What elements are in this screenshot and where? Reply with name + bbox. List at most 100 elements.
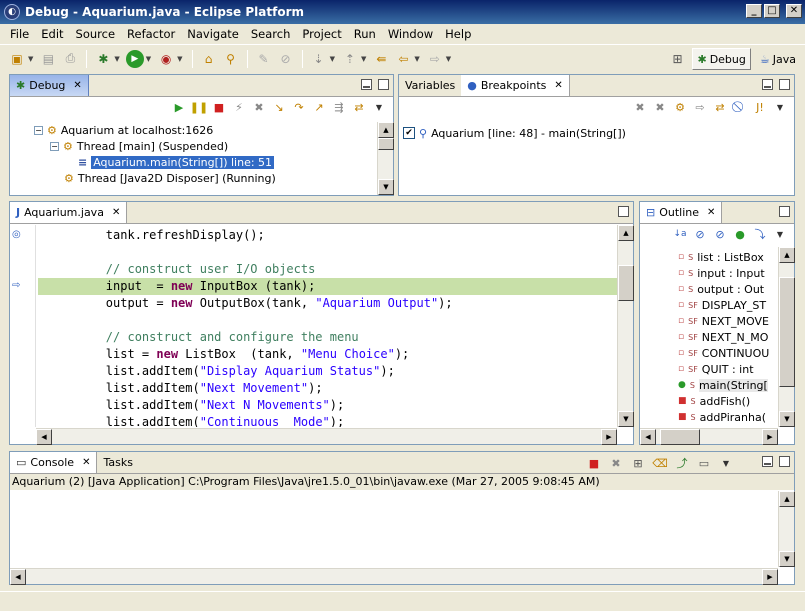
tab-variables[interactable]: Variables xyxy=(399,75,461,96)
prev-annotation-dropdown-icon[interactable]: ▼ xyxy=(361,55,366,63)
view-menu-icon[interactable]: ▼ xyxy=(772,99,788,115)
minimize-view-icon[interactable] xyxy=(762,79,773,90)
tab-breakpoints[interactable]: ● Breakpoints ✕ xyxy=(461,75,570,96)
hide-fields-icon[interactable]: ⊘ xyxy=(692,226,708,242)
forward-dropdown-icon[interactable]: ▼ xyxy=(446,55,451,63)
outline-item[interactable]: ● Smain(String[ xyxy=(640,377,778,393)
code-line[interactable]: list.addItem("Continuous Mode"); xyxy=(38,414,617,427)
menu-navigate[interactable]: Navigate xyxy=(181,27,245,41)
menu-edit[interactable]: Edit xyxy=(35,27,69,41)
code-line[interactable] xyxy=(38,312,617,329)
last-edit-icon[interactable]: ⇚ xyxy=(372,50,390,68)
show-supported-icon[interactable]: ⚙ xyxy=(672,99,688,115)
menu-file[interactable]: File xyxy=(4,27,35,41)
tab-debug[interactable]: ✱ Debug ✕ xyxy=(10,75,89,96)
tab-aquarium-java[interactable]: J Aquarium.java ✕ xyxy=(10,202,128,223)
code-line[interactable] xyxy=(38,244,617,261)
back-icon[interactable]: ⇦ xyxy=(394,50,412,68)
java-perspective-button[interactable]: ☕ Java xyxy=(755,48,801,70)
menu-run[interactable]: Run xyxy=(348,27,382,41)
next-annotation-icon[interactable]: ⇣ xyxy=(310,50,328,68)
view-menu-icon[interactable]: ▼ xyxy=(772,226,788,242)
external-tools-dropdown-icon[interactable]: ▼ xyxy=(177,55,182,63)
clear-console-icon[interactable]: ⌫ xyxy=(652,455,668,471)
scroll-up-icon[interactable]: ▲ xyxy=(618,225,634,241)
collapse-icon[interactable]: − xyxy=(50,141,59,151)
code-line[interactable]: input = new InputBox (tank); xyxy=(38,278,617,295)
maximize-view-icon[interactable] xyxy=(779,456,790,467)
code-area[interactable]: tank.refreshDisplay(); // construct user… xyxy=(38,227,617,427)
tree-item-thread-main[interactable]: − ⚙ Thread [main] (Suspended) xyxy=(34,138,377,154)
code-line[interactable]: list = new ListBox (tank, "Menu Choice")… xyxy=(38,346,617,363)
menu-search[interactable]: Search xyxy=(245,27,297,41)
scroll-thumb[interactable] xyxy=(618,265,634,301)
tab-outline[interactable]: ⊟ Outline ✕ xyxy=(640,202,723,223)
scroll-lock-icon[interactable]: ⊞ xyxy=(630,455,646,471)
run-dropdown-icon[interactable]: ▼ xyxy=(146,55,151,63)
close-button[interactable]: ✕ xyxy=(786,4,802,18)
terminate-icon[interactable]: ■ xyxy=(586,455,602,471)
hide-static-icon[interactable]: ⊘ xyxy=(712,226,728,242)
hscroll-thumb[interactable] xyxy=(660,429,700,445)
outline-item[interactable]: ▫ SF CONTINUOU xyxy=(640,345,778,361)
code-line[interactable]: // construct user I/O objects xyxy=(38,261,617,278)
outline-item[interactable]: ▫ SF NEXT_MOVE xyxy=(640,313,778,329)
exception-breakpoint-icon[interactable]: J! xyxy=(752,99,768,115)
maximize-view-icon[interactable] xyxy=(779,206,790,217)
scroll-up-icon[interactable]: ▲ xyxy=(779,491,795,507)
back-dropdown-icon[interactable]: ▼ xyxy=(414,55,419,63)
outline-item[interactable]: ■ SaddFish() xyxy=(640,393,778,409)
external-tools-icon[interactable]: ◉ xyxy=(157,50,175,68)
outline-item[interactable]: ▫ Slist : ListBox xyxy=(640,249,778,265)
minimize-view-icon[interactable] xyxy=(361,79,372,90)
disconnect-icon[interactable]: ⚡ xyxy=(231,99,247,115)
outline-item[interactable]: ▫ SF NEXT_N_MO xyxy=(640,329,778,345)
close-icon[interactable]: ✕ xyxy=(82,457,90,468)
close-icon[interactable]: ✕ xyxy=(707,207,715,218)
tab-tasks[interactable]: Tasks xyxy=(97,452,138,473)
tree-item-stack-frame[interactable]: ≡ Aquarium.main(String[]) line: 51 xyxy=(34,154,377,170)
step-over-icon[interactable]: ↷ xyxy=(291,99,307,115)
hide-nonpublic-icon[interactable]: ● xyxy=(732,226,748,242)
editor-gutter[interactable]: ◎ ⇨ xyxy=(10,225,36,427)
scroll-down-icon[interactable]: ▼ xyxy=(779,411,795,427)
hide-local-types-icon[interactable]: ⤵ xyxy=(752,226,768,242)
tree-item-thread-disposer[interactable]: ⚙ Thread [Java2D Disposer] (Running) xyxy=(34,170,377,186)
skip-breakpoints-icon[interactable]: ⃠ xyxy=(732,99,748,115)
go-to-file-icon[interactable]: ⇨ xyxy=(692,99,708,115)
forward-icon[interactable]: ⇨ xyxy=(426,50,444,68)
menu-project[interactable]: Project xyxy=(296,27,347,41)
step-into-icon[interactable]: ↘ xyxy=(271,99,287,115)
maximize-button[interactable]: □ xyxy=(764,4,780,18)
editor-vscrollbar[interactable]: ▲ ▼ xyxy=(617,225,634,427)
console-output[interactable] xyxy=(10,491,778,567)
minimize-button[interactable]: _ xyxy=(746,4,762,18)
new-dropdown-icon[interactable]: ▼ xyxy=(28,55,33,63)
remove-launch-icon[interactable]: ✖ xyxy=(608,455,624,471)
next-annotation-dropdown-icon[interactable]: ▼ xyxy=(330,55,335,63)
drop-to-frame-icon[interactable]: ⇶ xyxy=(331,99,347,115)
menu-source[interactable]: Source xyxy=(70,27,122,41)
toggle-mark-icon[interactable]: ✎ xyxy=(255,50,273,68)
breakpoint-checkbox[interactable]: ✔ xyxy=(403,127,415,139)
outline-item[interactable]: ■ SaddPiranha( xyxy=(640,409,778,425)
prev-annotation-icon[interactable]: ⇡ xyxy=(341,50,359,68)
scroll-up-icon[interactable]: ▲ xyxy=(779,247,795,263)
toggle-breadcrumb-icon[interactable]: ⊘ xyxy=(277,50,295,68)
remove-all-breakpoints-icon[interactable]: ✖ xyxy=(652,99,668,115)
code-line[interactable]: output = new OutputBox(tank, "Aquarium O… xyxy=(38,295,617,312)
scroll-right-icon[interactable]: ▶ xyxy=(601,429,617,445)
outline-item[interactable]: ▫ Soutput : Out xyxy=(640,281,778,297)
breakpoint-item[interactable]: ✔ ⚲ Aquarium [line: 48] - main(String[]) xyxy=(403,125,626,141)
outline-vscrollbar[interactable]: ▲ ▼ xyxy=(778,247,795,427)
run-icon[interactable]: ▶ xyxy=(125,49,144,68)
scroll-down-icon[interactable]: ▼ xyxy=(779,551,795,567)
scroll-down-icon[interactable]: ▼ xyxy=(618,411,634,427)
debug-dropdown-icon[interactable]: ▼ xyxy=(114,55,119,63)
console-vscrollbar[interactable]: ▲ ▼ xyxy=(778,491,795,567)
scroll-left-icon[interactable]: ◀ xyxy=(640,429,656,445)
close-icon[interactable]: ✕ xyxy=(73,80,81,91)
collapse-icon[interactable]: − xyxy=(34,125,43,135)
minimize-view-icon[interactable] xyxy=(762,456,773,467)
scroll-thumb[interactable] xyxy=(378,138,394,150)
